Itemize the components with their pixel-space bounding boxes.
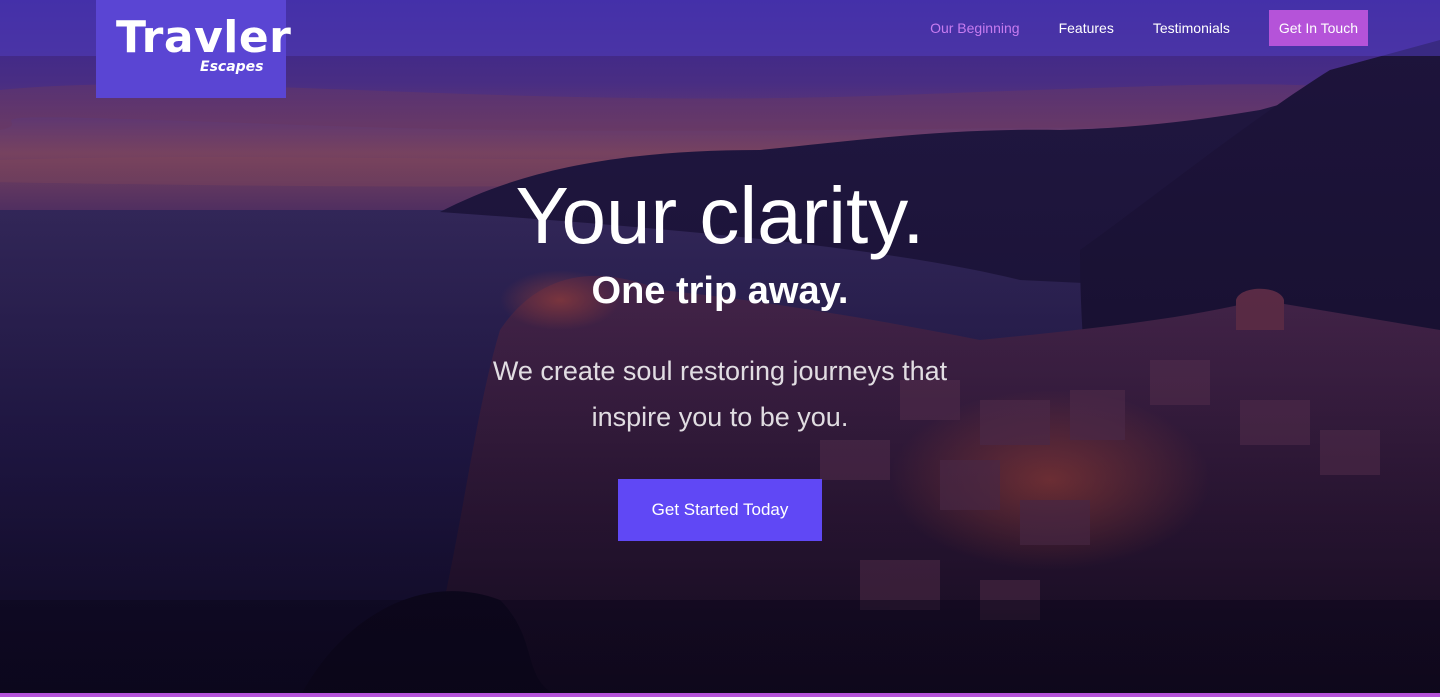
bottom-accent-bar <box>0 693 1440 697</box>
nav-link-testimonials[interactable]: Testimonials <box>1153 10 1230 46</box>
get-started-button[interactable]: Get Started Today <box>618 479 822 541</box>
brand-tagline: Escapes <box>200 59 264 75</box>
nav-link-our-beginning[interactable]: Our Beginning <box>930 10 1020 46</box>
brand-name: Travler <box>116 12 292 63</box>
hero-subheadline: One trip away. <box>591 270 849 312</box>
hero-description-line-1: We create soul restoring journeys that <box>492 356 948 386</box>
get-in-touch-button[interactable]: Get In Touch <box>1268 10 1368 46</box>
main-nav: Our Beginning Features Testimonials Get … <box>891 10 1368 46</box>
hero-headline: Your clarity. <box>515 171 925 260</box>
brand-logo[interactable]: Travler Escapes <box>96 0 291 98</box>
hero-description-line-2: inspire you to be you. <box>591 402 849 432</box>
nav-link-features[interactable]: Features <box>1059 10 1114 46</box>
hero-description: We create soul restoring journeys that i… <box>470 348 970 440</box>
